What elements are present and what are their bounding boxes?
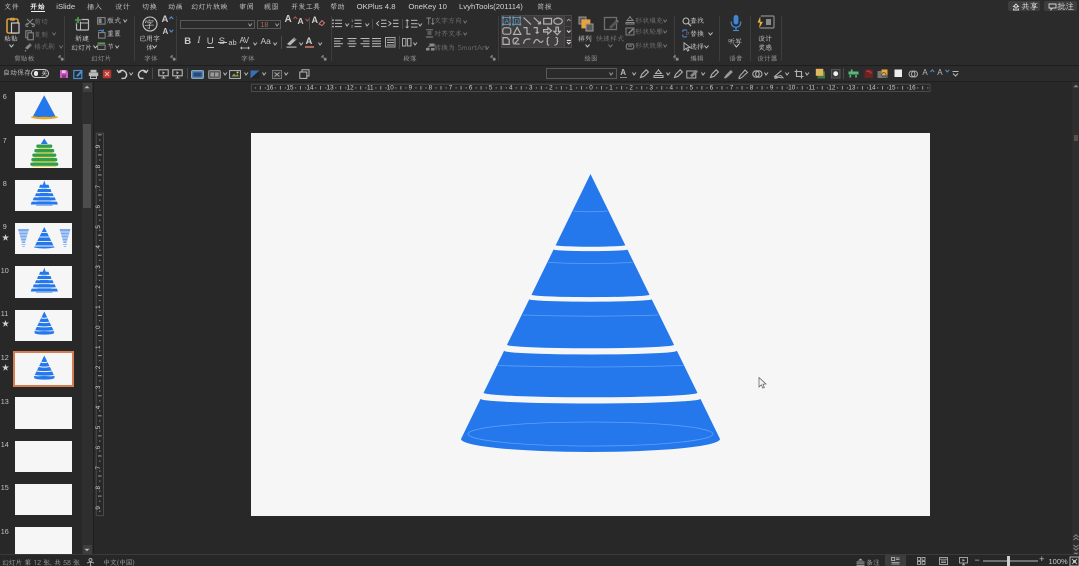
svg-text:8: 8 (429, 84, 433, 91)
svg-text:7: 7 (95, 465, 102, 469)
svg-text:1: 1 (95, 345, 102, 349)
svg-text:8: 8 (750, 84, 754, 91)
svg-text:6: 6 (95, 445, 102, 449)
svg-text:0: 0 (589, 84, 593, 91)
svg-text:13: 13 (327, 84, 335, 91)
svg-text:0: 0 (95, 325, 102, 329)
svg-text:6: 6 (95, 205, 102, 209)
svg-text:5: 5 (95, 225, 102, 229)
svg-text:9: 9 (409, 84, 413, 91)
svg-text:1: 1 (95, 305, 102, 309)
svg-text:2: 2 (95, 365, 102, 369)
svg-text:3: 3 (95, 265, 102, 269)
svg-text:11: 11 (367, 84, 374, 91)
svg-text:15: 15 (286, 84, 294, 91)
svg-text:10: 10 (788, 84, 796, 91)
svg-text:4: 4 (95, 245, 102, 249)
svg-text:4: 4 (509, 84, 513, 91)
svg-text:8: 8 (95, 164, 102, 168)
svg-text:10: 10 (387, 84, 395, 91)
svg-text:5: 5 (95, 425, 102, 429)
svg-text:3: 3 (649, 84, 653, 91)
svg-text:7: 7 (730, 84, 734, 91)
svg-text:13: 13 (848, 84, 856, 91)
svg-text:12: 12 (347, 84, 355, 91)
svg-text:3: 3 (95, 385, 102, 389)
svg-text:5: 5 (690, 84, 694, 91)
svg-text:3: 3 (529, 84, 533, 91)
svg-text:2: 2 (95, 285, 102, 289)
svg-text:2: 2 (629, 84, 633, 91)
svg-text:1: 1 (569, 84, 573, 91)
svg-text:2: 2 (549, 84, 553, 91)
svg-text:4: 4 (95, 405, 102, 409)
svg-text:8: 8 (95, 486, 102, 490)
svg-text:16: 16 (909, 84, 917, 91)
svg-text:7: 7 (95, 184, 102, 188)
svg-text:6: 6 (710, 84, 714, 91)
svg-text:15: 15 (889, 84, 897, 91)
svg-text:9: 9 (95, 506, 102, 510)
svg-text:14: 14 (307, 84, 315, 91)
svg-text:7: 7 (449, 84, 453, 91)
svg-text:12: 12 (828, 84, 836, 91)
svg-text:11: 11 (808, 84, 815, 91)
svg-text:9: 9 (770, 84, 774, 91)
svg-text:16: 16 (266, 84, 274, 91)
svg-text:1: 1 (609, 84, 613, 91)
svg-text:6: 6 (469, 84, 473, 91)
svg-text:14: 14 (868, 84, 876, 91)
svg-text:4: 4 (670, 84, 674, 91)
svg-text:9: 9 (95, 144, 102, 148)
svg-text:5: 5 (489, 84, 493, 91)
